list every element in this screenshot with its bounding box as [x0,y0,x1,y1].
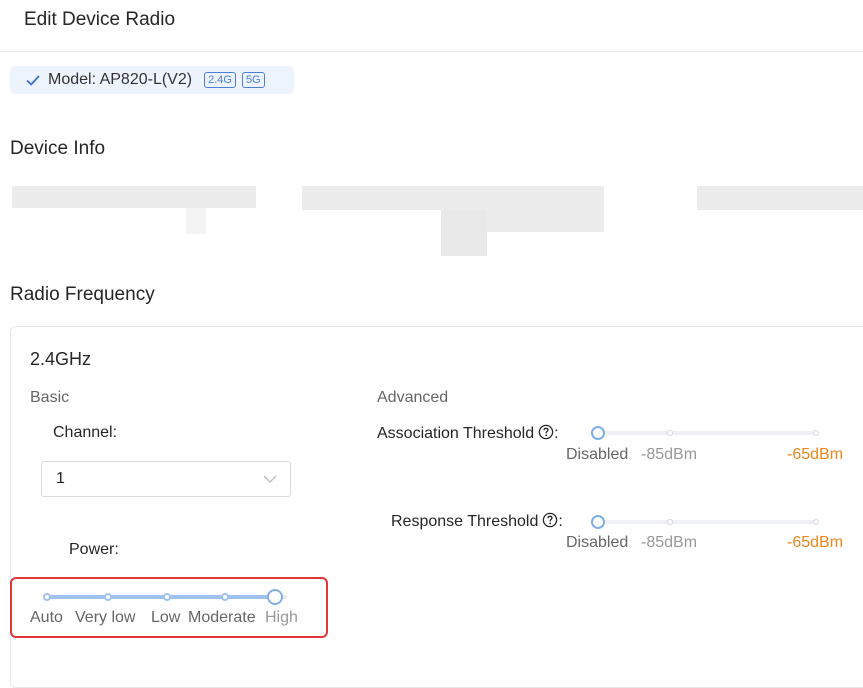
advanced-label: Advanced [377,389,449,406]
basic-label: Basic [30,389,70,406]
association-threshold-label: Association Threshold : [377,424,559,443]
band-badge-2g: 2.4G [204,72,236,88]
channel-select-value: 1 [56,470,65,487]
device-info-title: Device Info [10,138,106,159]
band-badge-5g: 5G [241,72,265,88]
response-dot-85[interactable] [667,519,673,525]
association-slider-handle[interactable] [591,426,605,440]
association-dot-85[interactable] [667,430,673,436]
help-icon[interactable] [542,512,558,528]
page-title: Edit Device Radio [24,9,176,30]
association-slider-track [598,431,818,435]
channel-label: Channel: [53,424,118,441]
radio-frequency-title: Radio Frequency [10,284,155,305]
response-threshold-suffix: : [558,513,563,530]
association-dot-65[interactable] [813,430,819,436]
channel-select[interactable]: 1 [41,461,291,497]
association-threshold-suffix: : [554,425,559,442]
header-divider [0,51,863,52]
band-title: 2.4GHz [30,349,92,369]
association-mark-85[interactable]: -85dBm [641,446,697,464]
response-threshold-label: Response Threshold : [391,512,563,531]
check-icon [26,75,40,86]
power-label: Power: [69,541,119,558]
response-slider-track [598,520,818,524]
association-mark-disabled[interactable]: Disabled [566,446,628,464]
association-threshold-text: Association Threshold [377,425,535,442]
model-label: Model: AP820-L(V2) [48,71,193,88]
help-icon[interactable] [538,424,554,440]
association-mark-65[interactable]: -65dBm [787,446,843,464]
response-slider-handle[interactable] [591,515,605,529]
response-mark-disabled[interactable]: Disabled [566,534,628,552]
response-mark-65[interactable]: -65dBm [787,534,843,552]
chevron-down-icon [263,475,277,483]
response-threshold-text: Response Threshold [391,513,539,530]
power-highlight-box [10,577,328,638]
response-dot-65[interactable] [813,519,819,525]
model-tag: Model: AP820-L(V2) 2.4G 5G [10,66,294,94]
response-mark-85[interactable]: -85dBm [641,534,697,552]
